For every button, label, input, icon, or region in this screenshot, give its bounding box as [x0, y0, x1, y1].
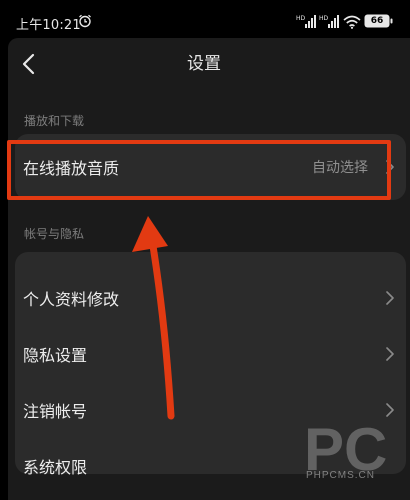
section-header-playback: 播放和下载	[24, 114, 85, 128]
profile-edit-label: 个人资料修改	[23, 290, 120, 309]
chevron-right-icon	[386, 160, 394, 174]
system-permissions-label: 系统权限	[23, 458, 88, 477]
network-type-label: HD	[296, 15, 306, 22]
alarm-icon	[79, 14, 91, 28]
battery-icon: 66	[364, 14, 394, 28]
privacy-settings-label: 隐私设置	[23, 346, 88, 365]
online-playback-quality-label: 在线播放音质	[23, 159, 120, 178]
settings-screen: 设置 播放和下载 在线播放音质 自动选择 帐号与隐私 个人资料修改 隐私设置 注…	[8, 38, 410, 500]
watermark-site-text: PHPCMS.CN	[306, 470, 376, 481]
section-header-account: 帐号与隐私	[24, 227, 85, 241]
wifi-icon	[343, 15, 361, 29]
system-permissions-item[interactable]: 系统权限	[15, 438, 406, 494]
deregister-account-label: 注销帐号	[23, 402, 88, 421]
profile-edit-item[interactable]: 个人资料修改	[15, 270, 406, 326]
network-type-label: HD	[319, 15, 329, 22]
deregister-account-item[interactable]: 注销帐号	[15, 382, 406, 438]
page-title: 设置	[187, 54, 221, 74]
signal-icon: HD	[296, 15, 316, 28]
chevron-right-icon	[386, 291, 394, 305]
playback-card: 在线播放音质 自动选择	[15, 134, 406, 200]
chevron-right-icon	[386, 347, 394, 361]
account-card: 个人资料修改 隐私设置 注销帐号 系统权限	[15, 252, 406, 477]
chevron-right-icon	[386, 403, 394, 417]
online-playback-quality-value: 自动选择	[312, 160, 368, 176]
privacy-settings-item[interactable]: 隐私设置	[15, 326, 406, 382]
signal-icon: HD	[319, 15, 339, 28]
battery-level: 66	[370, 16, 384, 26]
online-playback-quality-item[interactable]: 在线播放音质 自动选择	[15, 139, 406, 195]
status-time: 上午10:21	[16, 18, 81, 33]
status-bar: 上午10:21 HD HD 66	[0, 0, 410, 40]
